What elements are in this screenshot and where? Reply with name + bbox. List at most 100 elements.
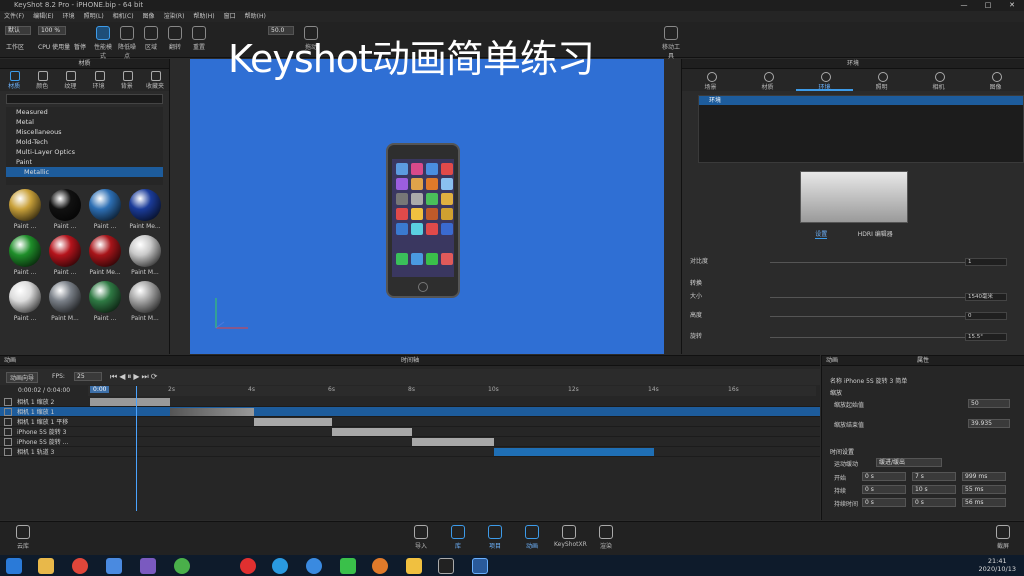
tab-environments[interactable]: 环境: [85, 69, 113, 91]
end-seconds-input[interactable]: 0 s: [862, 498, 906, 507]
material-thumbnail[interactable]: Paint ...: [86, 279, 124, 323]
tab-environment[interactable]: 环境: [796, 69, 853, 91]
region-button[interactable]: 区域: [140, 24, 162, 54]
rotation-input[interactable]: 15.5°: [965, 333, 1007, 341]
project-button[interactable]: 项目: [480, 525, 510, 550]
tab-materials[interactable]: 材质: [0, 69, 28, 91]
app-icon[interactable]: [438, 558, 454, 574]
timeline-ruler[interactable]: 0:00 2s 4s 6s 8s 10s 12s 14s 16s: [88, 386, 816, 396]
app-icon[interactable]: [340, 558, 356, 574]
tab-favorites[interactable]: 收藏夹: [141, 69, 169, 91]
tab-settings[interactable]: 设置: [815, 229, 828, 239]
animation-button[interactable]: 动画: [517, 525, 547, 550]
menu-render[interactable]: 渲染(R): [164, 11, 185, 22]
workspace-select[interactable]: 默认: [5, 26, 31, 35]
track-row[interactable]: 相机 1 缩放 2: [0, 397, 820, 407]
start-seconds-input[interactable]: 0 s: [862, 472, 906, 481]
duration-ms-input[interactable]: 55 ms: [962, 485, 1006, 494]
keyshot-active-icon[interactable]: [472, 558, 488, 574]
end-sec-input[interactable]: 0 s: [912, 498, 956, 507]
menu-file[interactable]: 文件(F): [4, 11, 24, 22]
material-thumbnail[interactable]: Paint ...: [86, 187, 124, 231]
tree-item-miscellaneous[interactable]: Miscellaneous: [6, 127, 163, 137]
playback-controls[interactable]: ⏮◀⏸▶⏭⟳: [110, 372, 159, 382]
move-tool-button[interactable]: 移动工具: [660, 24, 682, 60]
render-button[interactable]: 渲染: [591, 525, 621, 550]
motion-ease-select[interactable]: 缓进/缓出: [876, 458, 942, 467]
tree-item-paint[interactable]: Paint: [6, 157, 163, 167]
library-button[interactable]: 库: [443, 525, 473, 550]
material-thumbnail[interactable]: Paint ...: [6, 187, 44, 231]
material-thumbnail[interactable]: Paint ...: [6, 279, 44, 323]
menu-environment[interactable]: 环境: [63, 11, 75, 22]
tab-scene[interactable]: 场景: [682, 69, 739, 91]
close-button[interactable]: ✕: [1000, 0, 1024, 11]
zoom-section[interactable]: 缩放: [830, 388, 842, 397]
tree-item-multi-layer[interactable]: Multi-Layer Optics: [6, 147, 163, 157]
contrast-input[interactable]: 1: [965, 258, 1007, 266]
track-row[interactable]: 相机 1 缩放 1: [0, 407, 820, 417]
performance-mode-button[interactable]: 性能模式: [92, 24, 114, 60]
chrome-icon[interactable]: [72, 558, 88, 574]
app-icon[interactable]: [272, 558, 288, 574]
track-row[interactable]: 相机 1 轨道 3: [0, 447, 820, 457]
screenshot-button[interactable]: 截屏: [988, 525, 1018, 550]
playhead[interactable]: [136, 386, 137, 511]
menu-window[interactable]: 窗口: [224, 11, 236, 22]
tab-colors[interactable]: 颜色: [28, 69, 56, 91]
size-input[interactable]: 1540毫米: [965, 293, 1007, 301]
cloud-library-button[interactable]: 云库: [8, 525, 38, 550]
duration-seconds-input[interactable]: 0 s: [862, 485, 906, 494]
cpu-usage-select[interactable]: 100 %: [38, 26, 66, 35]
tab-image[interactable]: 图像: [967, 69, 1024, 91]
denoise-button[interactable]: 降低噪点: [116, 24, 138, 60]
time-settings-section[interactable]: 时间设置: [830, 447, 854, 456]
track-row[interactable]: 相机 1 缩放 1 平移: [0, 417, 820, 427]
maximize-button[interactable]: □: [976, 0, 1000, 11]
environment-item[interactable]: 环境: [699, 96, 1023, 105]
start-sec-input[interactable]: 7 s: [912, 472, 956, 481]
tab-hdri-editor[interactable]: HDRI 编辑器: [858, 229, 893, 239]
app-icon[interactable]: [140, 558, 156, 574]
transform-section[interactable]: 转换: [690, 279, 1015, 289]
firefox-icon[interactable]: [372, 558, 388, 574]
menu-help-2[interactable]: 帮助(H): [245, 11, 266, 22]
material-thumbnail[interactable]: Paint ...: [6, 233, 44, 277]
height-input[interactable]: 0: [965, 312, 1007, 320]
tab-lighting[interactable]: 照明: [853, 69, 910, 91]
menu-edit[interactable]: 编辑(E): [33, 11, 53, 22]
zoom-start-input[interactable]: 50: [968, 399, 1010, 408]
menu-image[interactable]: 图像: [143, 11, 155, 22]
tab-camera[interactable]: 相机: [910, 69, 967, 91]
system-clock[interactable]: 21:41 2020/10/13: [979, 557, 1016, 573]
menu-lighting[interactable]: 照明(L): [84, 11, 104, 22]
current-time-marker[interactable]: 0:00: [90, 386, 110, 393]
material-thumbnail[interactable]: Paint Me...: [86, 233, 124, 277]
zoom-end-input[interactable]: 39.935: [968, 419, 1010, 428]
start-ms-input[interactable]: 999 ms: [962, 472, 1006, 481]
app-icon[interactable]: [174, 558, 190, 574]
import-button[interactable]: 导入: [406, 525, 436, 550]
tree-item-measured[interactable]: Measured: [6, 107, 163, 117]
record-icon[interactable]: [240, 558, 256, 574]
material-thumbnail[interactable]: Paint M...: [46, 279, 84, 323]
library-search-input[interactable]: [6, 94, 163, 104]
app-icon[interactable]: [106, 558, 122, 574]
tab-backgrounds[interactable]: 背景: [113, 69, 141, 91]
iphone-model[interactable]: [386, 143, 460, 298]
menu-help[interactable]: 帮助(H): [193, 11, 214, 22]
material-thumbnail[interactable]: Paint M...: [126, 233, 164, 277]
start-icon[interactable]: [6, 558, 22, 574]
keyshot-icon[interactable]: [306, 558, 322, 574]
duration-sec-input[interactable]: 10 s: [912, 485, 956, 494]
minimize-button[interactable]: —: [952, 0, 976, 11]
file-explorer-icon[interactable]: [38, 558, 54, 574]
material-thumbnail[interactable]: Paint Me...: [126, 187, 164, 231]
material-thumbnail[interactable]: Paint ...: [46, 187, 84, 231]
tree-item-metal[interactable]: Metal: [6, 117, 163, 127]
tree-item-metallic[interactable]: Metallic: [6, 167, 163, 177]
tab-material[interactable]: 材质: [739, 69, 796, 91]
reset-button[interactable]: 重置: [188, 24, 210, 54]
menu-camera[interactable]: 相机(C): [113, 11, 134, 22]
tree-item-mold-tech[interactable]: Mold-Tech: [6, 137, 163, 147]
